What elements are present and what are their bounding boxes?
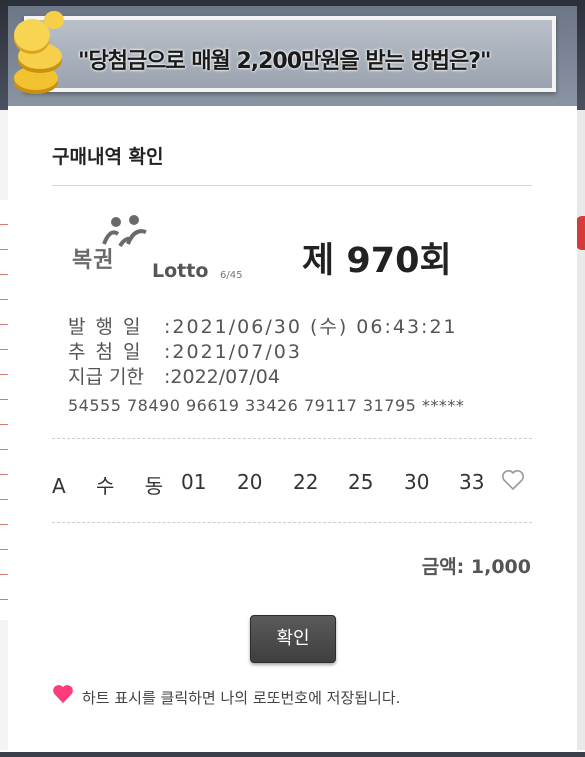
- serial-number: 54555 78490 96619 33426 79117 31795 ****…: [68, 396, 465, 415]
- save-hint-text: 하트 표시를 클릭하면 나의 로또번호에 저장됩니다.: [82, 689, 401, 707]
- lottery-logo-icon: 복권 Lotto 6/45: [68, 212, 268, 292]
- draw-date-value: :2021/07/03: [164, 341, 302, 363]
- background-bottom: [0, 752, 585, 757]
- lotto-number: 25: [348, 470, 374, 494]
- logo-lotto-text: Lotto: [152, 260, 209, 282]
- promo-banner[interactable]: "당첨금으로 매월 2,200만원을 받는 방법은?": [8, 6, 577, 106]
- divider-dashed: [52, 522, 532, 523]
- coins-icon: [14, 11, 64, 94]
- game-label: A 수 동: [52, 474, 176, 498]
- heart-outline-icon[interactable]: [501, 469, 525, 491]
- amount-text: 금액: 1,000: [421, 556, 531, 578]
- divider-dashed: [52, 438, 532, 439]
- draw-date-label: 추 첨 일: [68, 341, 143, 363]
- draw-date-row: 추 첨 일 :2021/07/03: [68, 337, 302, 364]
- lotto-number: 22: [293, 470, 319, 494]
- lotto-number: 20: [237, 470, 263, 494]
- lotto-number: 01: [181, 470, 207, 494]
- background-badge: [576, 216, 585, 250]
- background-right-panel: [577, 110, 585, 750]
- lotto-number: 33: [459, 470, 485, 494]
- heart-filled-icon: [53, 685, 73, 704]
- round-number: 제 970회: [302, 241, 452, 281]
- issue-date-label: 발 행 일: [68, 316, 143, 338]
- deadline-label: 지급 기한: [68, 366, 144, 388]
- purchase-history-modal: "당첨금으로 매월 2,200만원을 받는 방법은?" 구매내역 확인 복권 L…: [8, 6, 577, 752]
- deadline-value: :2022/07/04: [164, 366, 280, 388]
- lotto-number: 30: [404, 470, 430, 494]
- issue-date-row: 발 행 일 :2021/06/30 (수) 06:43:21: [68, 312, 458, 339]
- confirm-button[interactable]: 확인: [250, 615, 336, 663]
- banner-text: "당첨금으로 매월 2,200만원을 받는 방법은?": [78, 49, 492, 74]
- divider: [52, 185, 532, 186]
- logo-lotto-sub: 6/45: [220, 270, 243, 281]
- deadline-row: 지급 기한 :2022/07/04: [68, 362, 280, 389]
- logo-text: 복권: [72, 248, 115, 273]
- background-left-lines: [0, 200, 8, 620]
- issue-date-value: :2021/06/30 (수) 06:43:21: [164, 316, 458, 338]
- modal-title: 구매내역 확인: [52, 146, 164, 168]
